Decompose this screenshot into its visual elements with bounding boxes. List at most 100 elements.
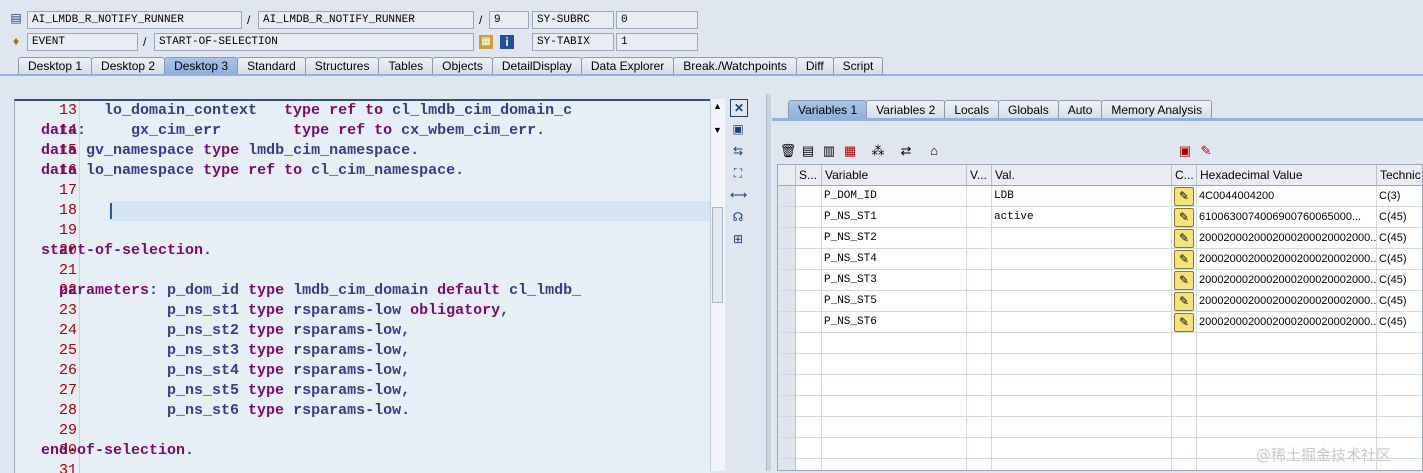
event-name-field[interactable]: START-OF-SELECTION <box>154 33 474 51</box>
swap-icon[interactable]: ⇆ <box>730 143 746 159</box>
delete-icon[interactable]: 🗑 <box>779 143 797 159</box>
row-selector[interactable] <box>778 333 796 354</box>
document-icon[interactable]: ▥ <box>820 143 838 159</box>
stretch-icon[interactable]: ⟷ <box>730 187 747 203</box>
code-line[interactable]: 25 p_ns_st3 type rsparams-low, <box>15 341 711 361</box>
tab-tables[interactable]: Tables <box>378 57 434 74</box>
editor-vertical-scrollbar[interactable]: ▲ ▼ <box>710 99 725 471</box>
tab-objects[interactable]: Objects <box>432 57 493 74</box>
edit-pencil-icon[interactable]: ✎ <box>1174 187 1194 206</box>
include-field[interactable]: AI_LMDB_R_NOTIFY_RUNNER <box>258 11 474 29</box>
tab-desktop-1[interactable]: Desktop 1 <box>18 57 93 74</box>
column-header-v[interactable]: V... <box>967 165 992 186</box>
table-cell: 6100630074006900760065000... <box>1197 207 1377 228</box>
row-selector[interactable] <box>778 312 796 333</box>
edit-pencil-icon[interactable]: ✎ <box>1174 208 1194 227</box>
row-selector[interactable] <box>778 249 796 270</box>
code-line[interactable]: 17 <box>15 181 711 201</box>
tab-desktop-3[interactable]: Desktop 3 <box>164 57 239 74</box>
row-selector[interactable] <box>778 270 796 291</box>
code-line[interactable]: 16 data lo_namespace type ref to cl_cim_… <box>15 161 711 181</box>
scroll-up-arrow-icon[interactable]: ▲ <box>713 101 722 111</box>
row-selector[interactable] <box>778 207 796 228</box>
code-line[interactable]: 27 p_ns_st5 type rsparams-low, <box>15 381 711 401</box>
table-corner <box>778 165 796 186</box>
structure-icon[interactable]: ▦ <box>479 35 493 49</box>
save-icon[interactable]: ▣ <box>1176 143 1194 159</box>
tab-memory-analysis[interactable]: Memory Analysis <box>1101 100 1213 119</box>
edit-pencil-icon[interactable]: ✎ <box>1174 292 1194 311</box>
line-number-field[interactable]: 9 <box>489 11 529 29</box>
tab-standard[interactable]: Standard <box>237 57 306 74</box>
table-cell: C(45) <box>1377 207 1422 228</box>
code-line[interactable]: 22 parameters: p_dom_id type lmdb_cim_do… <box>15 281 711 301</box>
table-cell <box>822 333 967 354</box>
edit-pencil-icon[interactable]: ✎ <box>1174 250 1194 269</box>
event-type-field[interactable]: EVENT <box>27 33 138 51</box>
column-header-hexadecimalvalue[interactable]: Hexadecimal Value <box>1197 165 1377 186</box>
row-selector[interactable] <box>778 375 796 396</box>
tab-structures[interactable]: Structures <box>304 57 380 74</box>
pencil-erase-icon[interactable]: ✎ <box>1197 143 1215 159</box>
maximize-icon[interactable]: ⛶ <box>730 165 746 181</box>
tree-icon[interactable]: ⊞ <box>730 231 746 247</box>
code-line[interactable]: 30 end-of-selection. <box>15 441 711 461</box>
table-cell <box>992 270 1172 291</box>
code-line[interactable]: 26 p_ns_st4 type rsparams-low, <box>15 361 711 381</box>
code-line[interactable]: 18 <box>15 201 711 221</box>
edit-pencil-icon[interactable]: ✎ <box>1174 313 1194 332</box>
list-icon[interactable]: ▤ <box>799 143 817 159</box>
row-selector[interactable] <box>778 291 796 312</box>
panel-splitter[interactable] <box>766 94 771 471</box>
column-header-technic[interactable]: Technic <box>1377 165 1422 186</box>
headset-icon[interactable]: ☊ <box>730 209 746 225</box>
tab-auto[interactable]: Auto <box>1057 100 1103 119</box>
code-line[interactable]: 24 p_ns_st2 type rsparams-low, <box>15 321 711 341</box>
tab-diff[interactable]: Diff <box>795 57 834 74</box>
row-selector[interactable] <box>778 228 796 249</box>
code-line[interactable]: 31 <box>15 461 711 473</box>
table-export-icon[interactable]: ▦ <box>841 143 859 159</box>
tab-locals[interactable]: Locals <box>944 100 999 119</box>
tab-variables-1[interactable]: Variables 1 <box>788 100 868 119</box>
row-selector[interactable] <box>778 186 796 207</box>
folder-icon[interactable]: ⌂ <box>925 143 943 159</box>
tab-globals[interactable]: Globals <box>998 100 1059 119</box>
row-selector[interactable] <box>778 354 796 375</box>
row-selector[interactable] <box>778 417 796 438</box>
tab-variables-2[interactable]: Variables 2 <box>866 100 946 119</box>
hierarchy-icon[interactable]: ⁂ <box>869 143 887 159</box>
code-line[interactable]: 29 <box>15 421 711 441</box>
column-header-variable[interactable]: Variable <box>822 165 967 186</box>
code-line[interactable]: 14 data: gx_cim_err type ref to cx_wbem_… <box>15 121 711 141</box>
code-line[interactable]: 23 p_ns_st1 type rsparams-low obligatory… <box>15 301 711 321</box>
tab-detaildisplay[interactable]: DetailDisplay <box>491 57 582 74</box>
table-cell <box>967 186 992 207</box>
info-icon[interactable]: i <box>500 35 514 49</box>
row-selector[interactable] <box>778 459 796 470</box>
close-icon[interactable]: ✕ <box>730 99 748 117</box>
column-header-s[interactable]: S... <box>796 165 822 186</box>
code-line[interactable]: 20 start-of-selection. <box>15 241 711 261</box>
tab-break-watchpoints[interactable]: Break./Watchpoints <box>673 57 797 74</box>
scrollbar-thumb[interactable] <box>712 207 723 303</box>
code-editor[interactable]: 13 lo_domain_context type ref to cl_lmdb… <box>14 99 711 473</box>
code-line[interactable]: 19 <box>15 221 711 241</box>
row-selector[interactable] <box>778 396 796 417</box>
tab-desktop-2[interactable]: Desktop 2 <box>91 57 166 74</box>
code-line[interactable]: 21 <box>15 261 711 281</box>
code-line[interactable]: 28 p_ns_st6 type rsparams-low. <box>15 401 711 421</box>
code-line[interactable]: 13 lo_domain_context type ref to cl_lmdb… <box>15 101 711 121</box>
column-header-val[interactable]: Val. <box>992 165 1172 186</box>
column-header-c[interactable]: C... <box>1172 165 1197 186</box>
tab-data-explorer[interactable]: Data Explorer <box>580 57 675 74</box>
edit-pencil-icon[interactable]: ✎ <box>1174 271 1194 290</box>
new-window-icon[interactable]: ▣ <box>730 121 746 137</box>
program-field[interactable]: AI_LMDB_R_NOTIFY_RUNNER <box>27 11 242 29</box>
tab-script[interactable]: Script <box>832 57 884 74</box>
scroll-down-arrow-icon[interactable]: ▼ <box>713 125 722 135</box>
row-selector[interactable] <box>778 438 796 459</box>
transfer-icon[interactable]: ⇄ <box>897 143 915 159</box>
edit-pencil-icon[interactable]: ✎ <box>1174 229 1194 248</box>
code-line[interactable]: 15 data gv_namespace type lmdb_cim_names… <box>15 141 711 161</box>
